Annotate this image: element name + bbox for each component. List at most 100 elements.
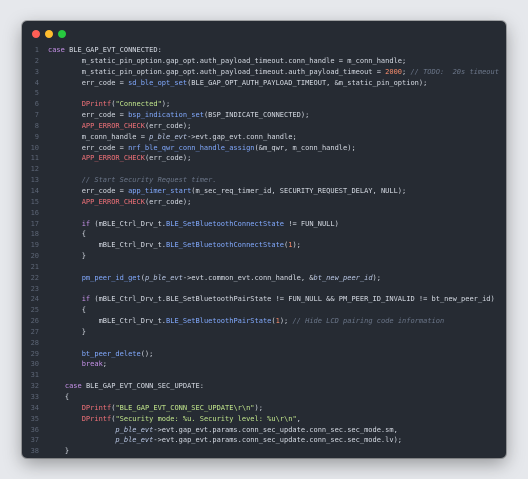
line-number: 8 xyxy=(34,121,39,130)
line-number: 33 xyxy=(30,393,39,401)
code-token: err_code = xyxy=(48,78,129,87)
code-token: nrf_ble_qwr_conn_handle_assign xyxy=(128,143,255,152)
code-line: 1 case BLE_GAP_EVT_CONNECTED: xyxy=(22,45,506,56)
code-token: // Hide LCD pairing code information xyxy=(292,317,445,326)
code-line: 32 case BLE_GAP_EVT_CONN_SEC_UPDATE: xyxy=(22,381,506,392)
code-token: } xyxy=(48,252,86,261)
code-line: 31 xyxy=(22,370,506,381)
code-token: p_ble_evt xyxy=(48,436,154,445)
code-token: mBLE_Ctrl_Drv_t. xyxy=(48,241,167,250)
code-line: 11 APP_ERROR_CHECK(err_code); xyxy=(22,153,506,164)
code-window: 1 case BLE_GAP_EVT_CONNECTED: 2 m_static_p… xyxy=(22,21,506,458)
minimize-window-button[interactable] xyxy=(45,30,53,38)
code-token: (BLE_GAP_OPT_AUTH_PAYLOAD_TIMEOUT, &m_st… xyxy=(187,78,428,87)
code-line: 13 // Start Security Request timer. xyxy=(22,175,506,186)
code-token: m_static_pin_option.gap_opt.auth_payload… xyxy=(48,56,407,65)
code-line: 38 } xyxy=(22,446,506,457)
code-line: 6 DPrintf("Connected"); xyxy=(22,99,506,110)
code-line: 3 m_static_pin_option.gap_opt.auth_paylo… xyxy=(22,67,506,78)
code-token: DPrintf xyxy=(48,100,112,109)
code-token: (m_sec_req_timer_id, SECURITY_REQUEST_DE… xyxy=(191,186,407,195)
code-token: p_ble_evt xyxy=(144,273,183,282)
code-token: "Connected" xyxy=(115,100,162,109)
close-window-button[interactable] xyxy=(32,30,40,38)
code-line: 17 if (mBLE_Ctrl_Drv_t.BLE_SetBluetoothC… xyxy=(22,219,506,230)
code-line: 39 break; xyxy=(22,457,506,458)
line-number: 29 xyxy=(30,349,39,358)
line-number: 4 xyxy=(34,78,39,87)
code-token: ->evt.gap_evt.params.conn_sec_update.con… xyxy=(153,425,398,434)
code-line: 16 xyxy=(22,208,506,219)
code-line: 20 } xyxy=(22,251,506,262)
code-line: 25 { xyxy=(22,305,506,316)
code-token: case xyxy=(48,46,70,54)
code-token: if xyxy=(48,219,91,228)
code-token: ); xyxy=(161,100,171,109)
code-line: 28 xyxy=(22,338,506,349)
code-token: APP_ERROR_CHECK xyxy=(48,197,145,206)
code-token: ); xyxy=(254,403,263,412)
line-number: 32 xyxy=(30,382,39,391)
code-token: case xyxy=(48,382,86,391)
line-number: 13 xyxy=(30,176,39,185)
code-line: 37 p_ble_evt->evt.gap_evt.params.conn_se… xyxy=(22,435,506,446)
code-line: 35 DPrintf("Security mode: %u. Security … xyxy=(22,414,506,425)
code-token: (err_code); xyxy=(144,154,192,163)
code-line: 7 err_code = bsp_indication_set(BSP_INDI… xyxy=(22,110,506,121)
line-number: 26 xyxy=(30,317,39,326)
line-number: 38 xyxy=(30,447,39,456)
code-token: err_code = xyxy=(48,143,129,152)
code-token: BLE_GAP_EVT_CONN_SEC_UPDATE: xyxy=(85,382,204,391)
code-token: (); xyxy=(140,349,154,358)
code-line: 12 xyxy=(22,164,506,175)
code-line: 29 bt_peer_delete(); xyxy=(22,349,506,360)
line-number: 15 xyxy=(30,197,39,206)
code-token: (&m_qwr, m_conn_handle); xyxy=(254,143,356,152)
line-number: 9 xyxy=(34,132,39,141)
code-token: ); xyxy=(279,317,293,326)
code-token: DPrintf xyxy=(48,414,112,423)
code-token: bsp_indication_set xyxy=(128,111,204,120)
code-line: 30 break; xyxy=(22,359,506,370)
line-number: 39 xyxy=(22,457,48,458)
code-token: (mBLE_Ctrl_Drv_t.BLE_SetBluetoothPairSta… xyxy=(90,295,495,304)
line-number: 25 xyxy=(30,306,39,315)
line-number: 22 xyxy=(30,273,39,282)
code-line: 21 xyxy=(22,262,506,273)
code-token: (mBLE_Ctrl_Drv_t. xyxy=(90,219,167,228)
code-token: 2000 xyxy=(385,67,403,76)
code-line: 5 xyxy=(22,88,506,99)
code-token: BLE_GAP_EVT_CONNECTED: xyxy=(69,46,162,54)
code-token: { xyxy=(48,306,86,315)
line-number: 23 xyxy=(30,284,39,293)
line-number: 28 xyxy=(30,338,39,347)
code-token: ); xyxy=(372,273,381,282)
line-number: 20 xyxy=(30,252,39,261)
code-line: 15 APP_ERROR_CHECK(err_code); xyxy=(22,197,506,208)
line-number: 31 xyxy=(30,371,39,380)
line-number: 5 xyxy=(34,89,39,98)
code-editor[interactable]: 1 case BLE_GAP_EVT_CONNECTED: 2 m_static_p… xyxy=(22,45,506,458)
code-line: 33 { xyxy=(22,392,506,403)
line-number: 18 xyxy=(30,230,39,239)
code-token: app_timer_start xyxy=(128,186,192,195)
code-token: // TODO: 20s timeout xyxy=(410,67,499,76)
code-token: != FUN_NULL) xyxy=(284,219,339,228)
line-number: 2 xyxy=(34,56,39,65)
line-number: 14 xyxy=(30,186,39,195)
code-token: ; xyxy=(102,360,108,369)
code-line: 2 m_static_pin_option.gap_opt.auth_paylo… xyxy=(22,56,506,67)
code-token: m_static_pin_option.gap_opt.auth_payload… xyxy=(48,67,386,76)
line-number: 21 xyxy=(30,262,39,271)
code-token: { xyxy=(48,393,70,401)
code-line: 34 DPrintf("BLE_GAP_EVT_CONN_SEC_UPDATE\… xyxy=(22,403,506,414)
code-token: BLE_SetBluetoothPairState xyxy=(166,317,272,326)
code-line: 27 } xyxy=(22,327,506,338)
maximize-window-button[interactable] xyxy=(58,30,66,38)
line-number: 37 xyxy=(30,436,39,445)
line-number: 17 xyxy=(30,219,39,228)
code-line: 26 mBLE_Ctrl_Drv_t.BLE_SetBluetoothPairS… xyxy=(22,316,506,327)
line-number: 16 xyxy=(30,208,39,217)
code-token: (err_code); xyxy=(144,121,192,130)
code-token: ); xyxy=(292,241,301,250)
